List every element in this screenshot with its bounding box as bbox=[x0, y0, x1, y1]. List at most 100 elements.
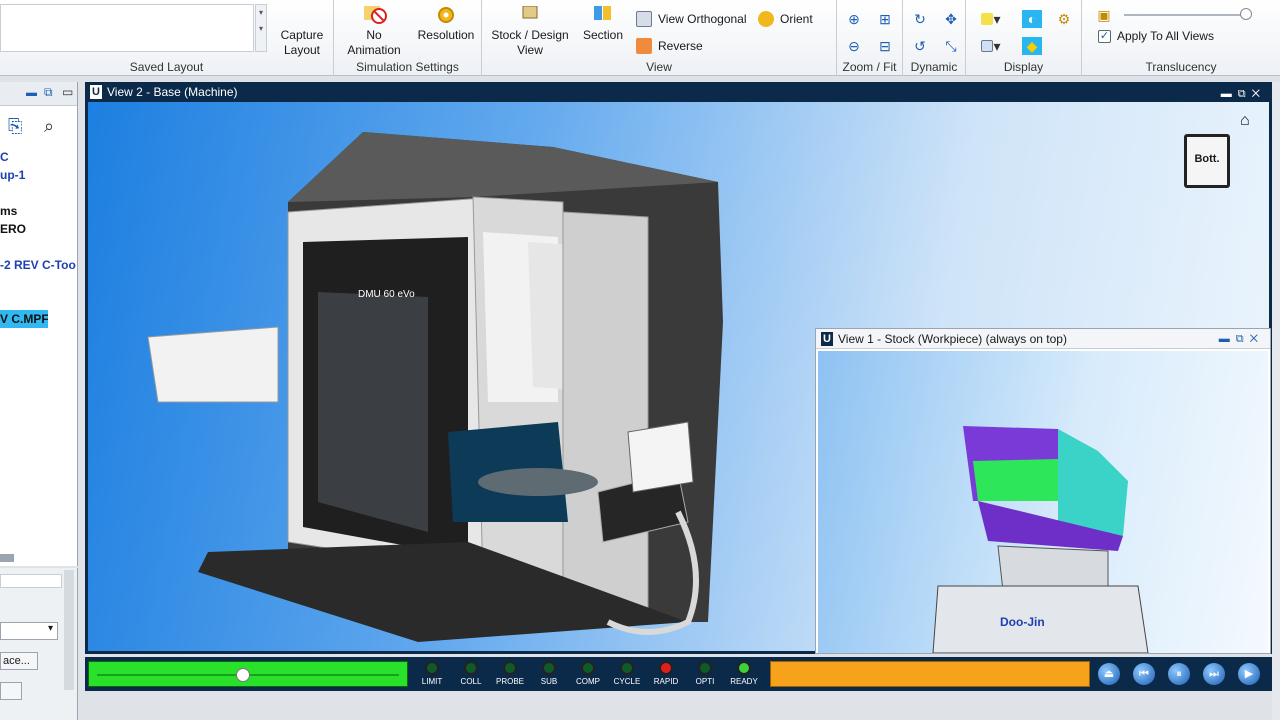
status-lamp-label: COLL bbox=[460, 677, 482, 686]
app-logo-icon: U bbox=[90, 85, 102, 99]
properties-field[interactable] bbox=[0, 574, 62, 588]
zoom-in-icon[interactable]: ⊕ bbox=[844, 10, 864, 28]
dynamic-group: ↻ ✥ ↺ ⤡ Dynamic bbox=[903, 0, 966, 76]
saved-layout-group-label: Saved Layout bbox=[129, 60, 204, 74]
status-lamp-cycle: CYCLE bbox=[609, 661, 645, 686]
display-mode-icon[interactable]: ◐ bbox=[1022, 10, 1042, 28]
operations-panel: ▬ ⧉ ▭ ⎘ ⌕ C up-1 ms ERO -2 REV C-Too V C… bbox=[0, 82, 78, 566]
tree-item[interactable]: ERO bbox=[0, 220, 78, 238]
status-lamp-coll: COLL bbox=[453, 661, 489, 686]
resolution-label: Resolution bbox=[417, 28, 475, 42]
tree-item-selected[interactable]: V C.MPF bbox=[0, 310, 48, 328]
pause-icon[interactable]: ⏸ bbox=[1168, 663, 1190, 685]
saved-layout-group: ▾ ▾ Capture Layout Saved Layout bbox=[0, 0, 334, 76]
stock-design-icon bbox=[517, 5, 543, 24]
saved-layout-list[interactable] bbox=[0, 4, 254, 52]
section-button[interactable]: Section bbox=[576, 6, 630, 43]
tree-item[interactable] bbox=[0, 184, 78, 202]
simulation-settings-group: No Animation Resolution Simulation Setti… bbox=[334, 0, 482, 76]
capture-layout-icon bbox=[289, 6, 315, 24]
background-dropdown[interactable]: ▾ bbox=[976, 37, 1006, 55]
zoom-dynamic-icon[interactable]: ↺ bbox=[910, 37, 930, 55]
reverse-button[interactable]: Reverse bbox=[636, 38, 703, 54]
view-group-label: View bbox=[646, 60, 672, 74]
tree-item[interactable] bbox=[0, 274, 78, 292]
machine-brand-label: DMU 60 eVo bbox=[358, 289, 415, 300]
simulation-progress-bar[interactable] bbox=[88, 661, 408, 687]
resolution-button[interactable]: Resolution bbox=[414, 6, 478, 43]
properties-dropdown[interactable]: ▾ bbox=[0, 622, 58, 640]
display-group: ▾ ▾ ◐ ◆ ⚙ Display bbox=[966, 0, 1082, 76]
orientation-cube[interactable]: Bott. bbox=[1184, 134, 1230, 188]
tree-item[interactable] bbox=[0, 238, 78, 256]
workpiece-model: Doo-Jin bbox=[932, 426, 1149, 653]
pan-icon[interactable]: ✥ bbox=[941, 10, 961, 28]
tree-item[interactable]: up-1 bbox=[0, 166, 78, 184]
workpiece-3d-scene[interactable]: Doo-Jin bbox=[818, 351, 1268, 653]
apply-all-views-label: Apply To All Views bbox=[1117, 29, 1214, 43]
fit-selection-icon[interactable]: ⊟ bbox=[875, 37, 895, 55]
small-button[interactable] bbox=[0, 682, 22, 700]
tool-icon[interactable]: ⎘ bbox=[8, 116, 22, 137]
status-lamp-indicator bbox=[659, 661, 673, 675]
minimize-icon[interactable]: ▬ bbox=[26, 87, 37, 99]
zoom-fit-group-label: Zoom / Fit bbox=[842, 60, 897, 74]
maximize-icon[interactable]: ▭ bbox=[62, 85, 73, 99]
tree-item[interactable]: C bbox=[0, 148, 78, 166]
step-forward-icon[interactable]: ⏭ bbox=[1203, 663, 1225, 685]
stock-design-label: Stock / Design View bbox=[491, 28, 569, 57]
progress-slider-knob[interactable] bbox=[236, 668, 251, 682]
translucency-slider-track[interactable] bbox=[1124, 14, 1248, 16]
status-lamp-label: OPTI bbox=[695, 677, 715, 686]
status-lamp-opti: OPTI bbox=[687, 661, 723, 686]
play-icon[interactable]: ▶ bbox=[1238, 663, 1260, 685]
vise-brand-label: Doo-Jin bbox=[1000, 615, 1045, 629]
tree-item[interactable]: -2 REV C-Too bbox=[0, 256, 78, 274]
status-lamp-label: READY bbox=[730, 677, 758, 686]
no-animation-icon bbox=[361, 6, 387, 24]
properties-scrollbar[interactable] bbox=[64, 570, 74, 690]
display-style-icon[interactable]: ◆ bbox=[1022, 37, 1042, 55]
translucency-slider-knob[interactable] bbox=[1240, 8, 1252, 20]
status-lamp-limit: LIMIT bbox=[414, 661, 450, 686]
shading-dropdown[interactable]: ▾ bbox=[976, 10, 1006, 28]
status-lamp-label: CYCLE bbox=[613, 677, 641, 686]
simulation-status-bar: LIMIT COLL PROBE SUB COMP CYCLE RAPID OPTI READY… bbox=[85, 657, 1272, 691]
display-settings-icon[interactable]: ⚙ bbox=[1054, 10, 1074, 28]
zoom-out-icon[interactable]: ⊖ bbox=[844, 37, 864, 55]
horizontal-scrollbar-thumb[interactable] bbox=[0, 554, 14, 562]
fit-all-icon[interactable]: ⊞ bbox=[875, 10, 895, 28]
operations-tree[interactable]: C up-1 ms ERO -2 REV C-Too V C.MPF bbox=[0, 148, 78, 328]
reverse-label: Reverse bbox=[658, 39, 703, 53]
saved-layout-scroll[interactable]: ▾ ▾ bbox=[255, 4, 267, 52]
window-controls[interactable]: ▬⧉✕ bbox=[1221, 84, 1266, 104]
status-lamp-comp: COMP bbox=[570, 661, 606, 686]
eject-icon[interactable]: ⏏ bbox=[1098, 663, 1120, 685]
tree-item[interactable] bbox=[0, 292, 78, 310]
home-view-icon[interactable]: ⌂ bbox=[1240, 112, 1250, 130]
status-lamp-label: COMP bbox=[576, 677, 600, 686]
capture-layout-button[interactable]: Capture Layout bbox=[274, 6, 330, 58]
dock-icon[interactable]: ⧉ bbox=[44, 85, 53, 100]
orient-button[interactable]: Orient bbox=[758, 11, 813, 27]
inset-window-controls[interactable]: ▬⧉✕ bbox=[1219, 329, 1264, 349]
zoom-window-icon[interactable]: ⤡ bbox=[941, 37, 961, 55]
checkbox-check-icon: ✓ bbox=[1098, 29, 1111, 43]
status-lamp-indicator bbox=[620, 661, 634, 675]
no-animation-button[interactable]: No Animation bbox=[342, 6, 406, 58]
apply-all-views-checkbox[interactable]: ✓ Apply To All Views bbox=[1098, 29, 1214, 43]
status-lamp-probe: PROBE bbox=[492, 661, 528, 686]
app-logo-icon: U bbox=[821, 332, 833, 346]
status-lamp-indicator bbox=[542, 661, 556, 675]
browse-button[interactable]: ace... bbox=[0, 652, 38, 670]
section-icon bbox=[590, 6, 616, 24]
rotate-icon[interactable]: ↻ bbox=[910, 10, 930, 28]
view-orthogonal-button[interactable]: View Orthogonal bbox=[636, 11, 747, 27]
rewind-icon[interactable]: ⏮ bbox=[1133, 663, 1155, 685]
status-lamp-label: RAPID bbox=[653, 677, 679, 686]
stock-design-view-button[interactable]: Stock / Design View bbox=[488, 5, 572, 58]
zoom-fit-group: ⊕ ⊞ ⊖ ⊟ Zoom / Fit bbox=[837, 0, 903, 76]
binoculars-icon[interactable]: ⌕ bbox=[44, 116, 54, 137]
right-edge-panel bbox=[1272, 82, 1280, 720]
tree-item[interactable]: ms bbox=[0, 202, 78, 220]
